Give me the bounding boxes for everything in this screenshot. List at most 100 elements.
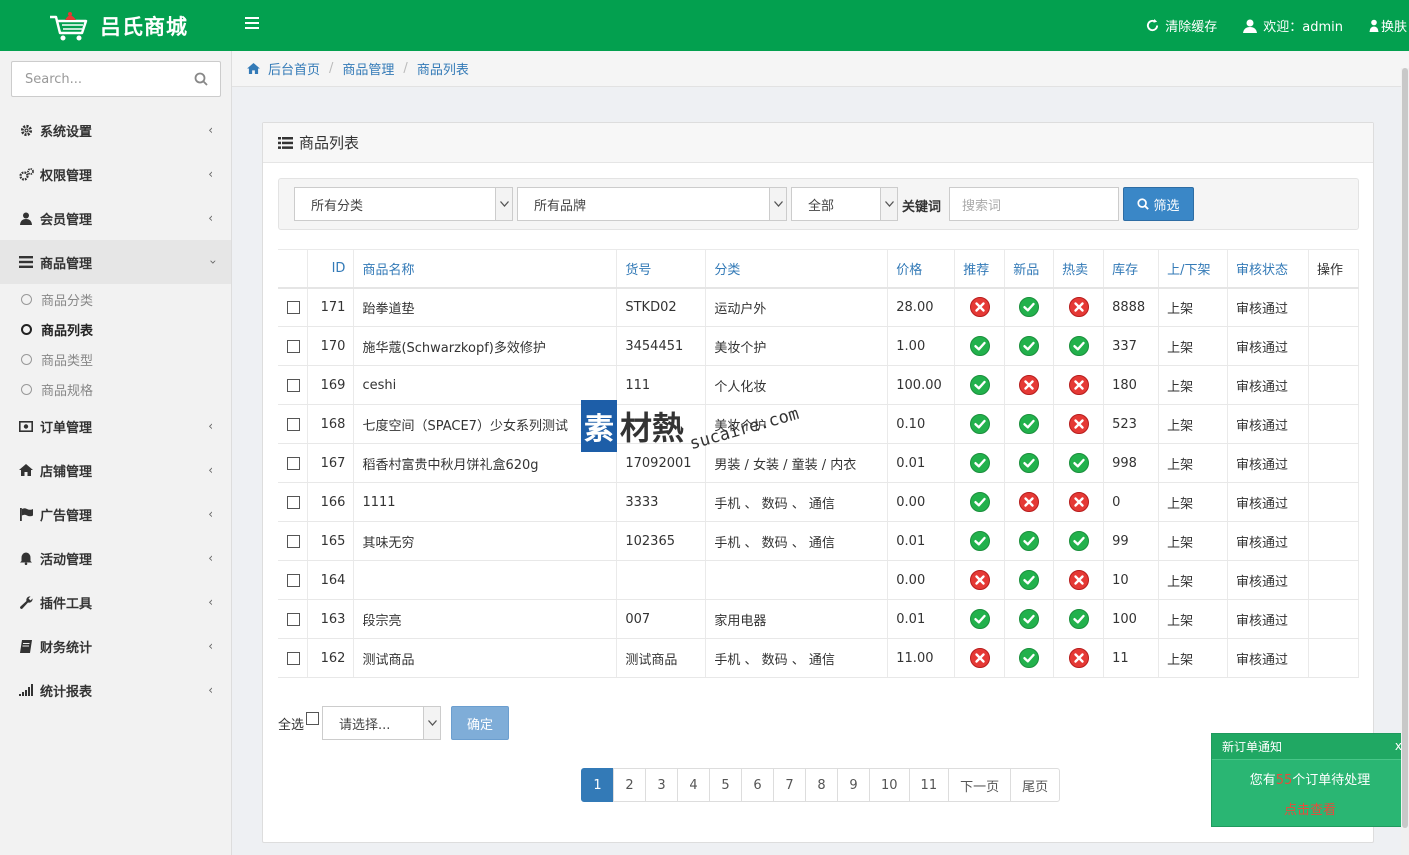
column-header-stock[interactable]: 库存 [1103,249,1160,289]
keyword-input[interactable]: 搜索词 [949,187,1119,221]
select-all-checkbox[interactable] [306,711,320,725]
pagination-item[interactable]: 3 [645,768,678,802]
cross-icon[interactable] [969,648,990,668]
cross-icon[interactable] [1068,648,1089,668]
row-checkbox[interactable] [287,417,300,431]
pagination-item[interactable]: 尾页 [1010,768,1061,802]
page-scrollbar[interactable] [1401,68,1409,855]
cell-shelf[interactable]: 上架 [1158,287,1228,327]
row-checkbox[interactable] [287,339,300,353]
check-icon[interactable] [1019,414,1040,434]
check-icon[interactable] [1019,336,1040,356]
row-checkbox[interactable] [287,534,300,548]
pagination-item[interactable]: 9 [837,768,870,802]
pagination-item[interactable]: 4 [677,768,710,802]
breadcrumb-home-link[interactable]: 后台首页 [268,59,320,78]
cross-icon[interactable] [969,570,990,590]
check-icon[interactable] [969,453,990,473]
skin-button[interactable]: 换肤 [1369,16,1407,35]
brand-logo[interactable]: 吕氏商城 [48,8,188,44]
column-header-id[interactable]: ID [307,249,355,289]
check-icon[interactable] [1019,453,1040,473]
sidebar-subitem-product-types[interactable]: 商品类型 [0,344,231,374]
cell-shelf[interactable]: 上架 [1158,638,1228,678]
cross-icon[interactable] [1019,375,1040,395]
check-icon[interactable] [1019,609,1040,629]
check-icon[interactable] [969,375,990,395]
column-header-recommend[interactable]: 推荐 [954,249,1006,289]
sidebar-item-plugins[interactable]: 插件工具 ‹ [0,580,231,624]
sidebar-item-orders[interactable]: 订单管理 ‹ [0,404,231,448]
cell-shelf[interactable]: 上架 [1158,404,1228,444]
pagination-item[interactable]: 6 [741,768,774,802]
check-icon[interactable] [969,414,990,434]
sidebar-item-stores[interactable]: 店铺管理 ‹ [0,448,231,492]
clear-cache-button[interactable]: 清除缓存 [1146,16,1217,35]
row-checkbox[interactable] [287,495,300,509]
column-header-sn[interactable]: 货号 [616,249,707,289]
column-header-hot[interactable]: 热卖 [1053,249,1105,289]
check-icon[interactable] [1068,609,1089,629]
cross-icon[interactable] [1068,570,1089,590]
check-icon[interactable] [1019,531,1040,551]
confirm-button[interactable]: 确定 [451,706,510,740]
column-header-shelf[interactable]: 上/下架 [1158,249,1228,289]
cell-shelf[interactable]: 上架 [1158,599,1228,639]
cell-shelf[interactable]: 上架 [1158,443,1228,483]
user-menu[interactable]: 欢迎：admin [1243,16,1343,35]
scrollbar-thumb[interactable] [1402,68,1408,828]
check-icon[interactable] [1068,336,1089,356]
cell-shelf[interactable]: 上架 [1158,560,1228,600]
brand-select[interactable]: 所有品牌 [517,187,787,221]
bulk-action-select[interactable]: 请选择... [322,706,442,740]
breadcrumb-products-link[interactable]: 商品管理 [342,59,394,78]
pagination-item[interactable]: 11 [908,768,950,802]
sidebar-search-input[interactable]: Search... [11,61,221,97]
check-icon[interactable] [1019,570,1040,590]
pagination-item[interactable]: 8 [805,768,838,802]
column-header-price[interactable]: 价格 [887,249,956,289]
sidebar-subitem-specs[interactable]: 商品规格 [0,374,231,404]
check-icon[interactable] [969,492,990,512]
check-icon[interactable] [969,531,990,551]
row-checkbox[interactable] [287,612,300,626]
sidebar-subitem-categories[interactable]: 商品分类 [0,284,231,314]
cell-shelf[interactable]: 上架 [1158,521,1228,561]
row-checkbox[interactable] [287,300,300,314]
column-header-new[interactable]: 新品 [1004,249,1055,289]
filter-button[interactable]: 筛选 [1123,187,1194,221]
pagination-item[interactable]: 1 [581,768,614,802]
check-icon[interactable] [1019,297,1040,318]
pagination-item[interactable]: 5 [709,768,742,802]
pagination-item[interactable]: 10 [869,768,910,802]
cross-icon[interactable] [1068,297,1089,318]
row-checkbox[interactable] [287,573,300,587]
sidebar-item-system-settings[interactable]: 系统设置 ‹ [0,108,231,152]
sidebar-subitem-product-list[interactable]: 商品列表 [0,314,231,344]
check-icon[interactable] [1019,648,1040,668]
cross-icon[interactable] [1019,492,1040,512]
check-icon[interactable] [1068,453,1089,473]
cross-icon[interactable] [969,297,990,318]
pagination-item[interactable]: 7 [773,768,806,802]
breadcrumb-current[interactable]: 商品列表 [417,59,469,78]
sidebar-item-members[interactable]: 会员管理 ‹ [0,196,231,240]
check-icon[interactable] [1068,531,1089,551]
cell-shelf[interactable]: 上架 [1158,365,1228,405]
row-checkbox[interactable] [287,378,300,392]
check-icon[interactable] [969,609,990,629]
pagination-item[interactable]: 2 [613,768,646,802]
cross-icon[interactable] [1068,375,1089,395]
row-checkbox[interactable] [287,456,300,470]
column-header-category[interactable]: 分类 [705,249,889,289]
row-checkbox[interactable] [287,651,300,665]
sidebar-item-permissions[interactable]: 权限管理 ‹ [0,152,231,196]
cross-icon[interactable] [1068,414,1089,434]
column-header-audit[interactable]: 审核状态 [1227,249,1309,289]
sidebar-item-activities[interactable]: 活动管理 ‹ [0,536,231,580]
search-icon[interactable] [194,72,208,86]
sidebar-item-ads[interactable]: 广告管理 ‹ [0,492,231,536]
column-header-name[interactable]: 商品名称 [353,249,618,289]
pagination-item[interactable]: 下一页 [948,768,1012,802]
sidebar-item-finance[interactable]: 财务统计 ‹ [0,624,231,668]
